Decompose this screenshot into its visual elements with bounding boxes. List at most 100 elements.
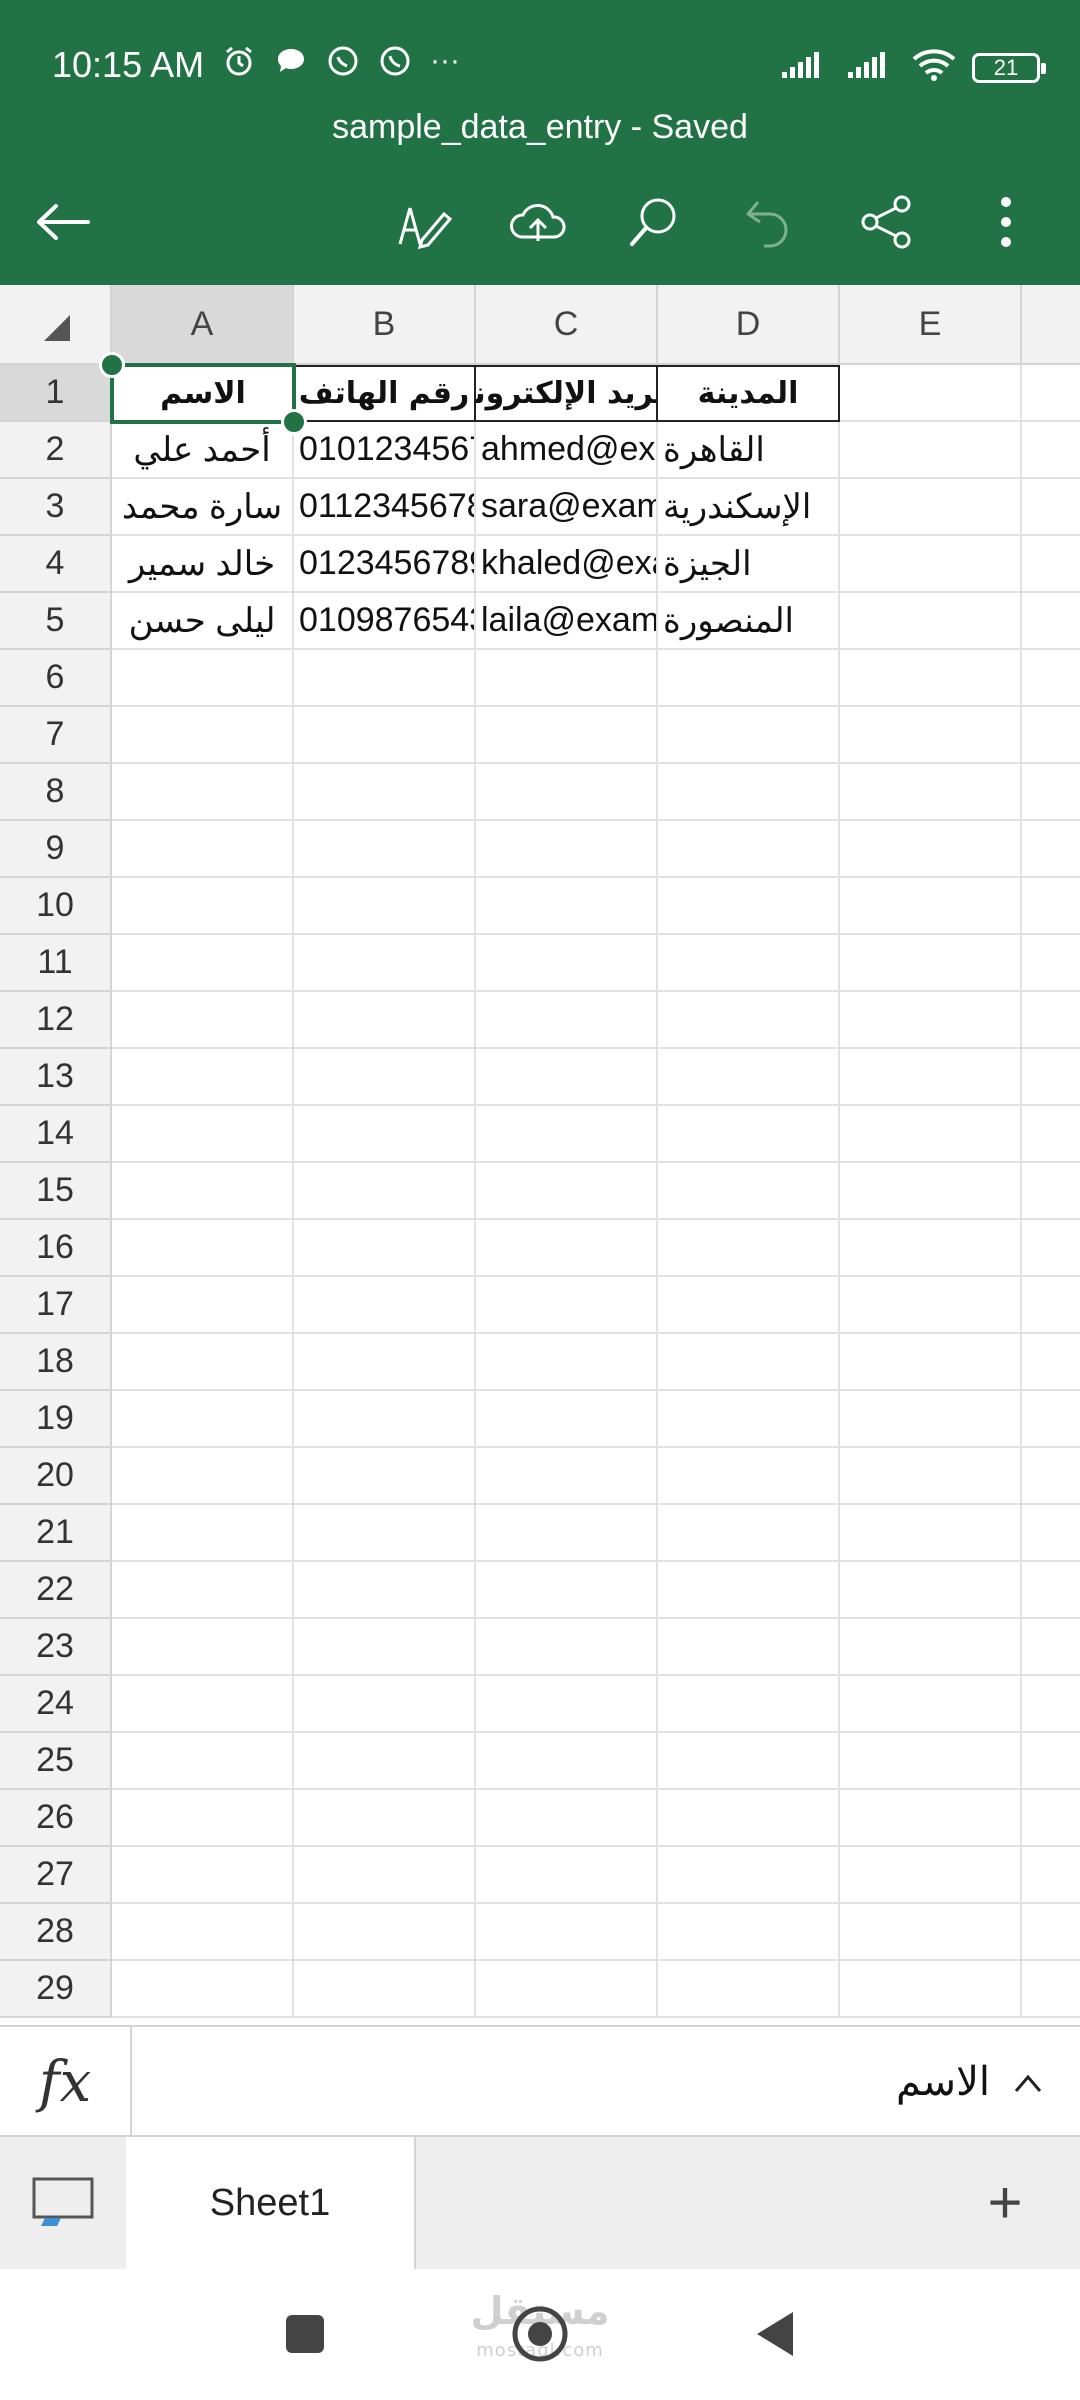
cell-c26[interactable] [476, 1790, 658, 1847]
selection-handle-end[interactable] [281, 409, 307, 435]
cell-d15[interactable] [658, 1163, 840, 1220]
cell-f8[interactable] [1022, 764, 1080, 821]
cell-c21[interactable] [476, 1505, 658, 1562]
row-header-14[interactable]: 14 [0, 1106, 112, 1163]
cell-d21[interactable] [658, 1505, 840, 1562]
cell-b18[interactable] [294, 1334, 476, 1391]
cell-f18[interactable] [1022, 1334, 1080, 1391]
row-header-1[interactable]: 1 [0, 365, 112, 422]
cell-a25[interactable] [112, 1733, 294, 1790]
cell-e4[interactable] [840, 536, 1022, 593]
cell-f7[interactable] [1022, 707, 1080, 764]
cell-c3[interactable]: sara@example.com [476, 479, 658, 536]
cell-e11[interactable] [840, 935, 1022, 992]
cell-f28[interactable] [1022, 1904, 1080, 1961]
cell-f24[interactable] [1022, 1676, 1080, 1733]
selection-handle-start[interactable] [99, 352, 125, 378]
cell-c8[interactable] [476, 764, 658, 821]
row-header-5[interactable]: 5 [0, 593, 112, 650]
cell-b8[interactable] [294, 764, 476, 821]
cell-d16[interactable] [658, 1220, 840, 1277]
cell-e29[interactable] [840, 1961, 1022, 2018]
cell-a26[interactable] [112, 1790, 294, 1847]
cell-e21[interactable] [840, 1505, 1022, 1562]
row-header-12[interactable]: 12 [0, 992, 112, 1049]
cell-b11[interactable] [294, 935, 476, 992]
row-header-26[interactable]: 26 [0, 1790, 112, 1847]
cell-a4[interactable]: خالد سمير [112, 536, 294, 593]
row-header-20[interactable]: 20 [0, 1448, 112, 1505]
cell-a7[interactable] [112, 707, 294, 764]
cell-d1[interactable]: المدينة [658, 365, 840, 422]
cell-f2[interactable] [1022, 422, 1080, 479]
cell-c14[interactable] [476, 1106, 658, 1163]
cell-f14[interactable] [1022, 1106, 1080, 1163]
cell-c1[interactable]: البريد الإلكتروني [476, 365, 658, 422]
row-header-6[interactable]: 6 [0, 650, 112, 707]
cell-d11[interactable] [658, 935, 840, 992]
cell-c4[interactable]: khaled@example.com [476, 536, 658, 593]
cell-e18[interactable] [840, 1334, 1022, 1391]
cell-c18[interactable] [476, 1334, 658, 1391]
cell-a21[interactable] [112, 1505, 294, 1562]
cell-d3[interactable]: الإسكندرية [658, 479, 840, 536]
share-button[interactable] [854, 190, 918, 254]
cell-e24[interactable] [840, 1676, 1022, 1733]
cell-a16[interactable] [112, 1220, 294, 1277]
cell-d4[interactable]: الجيزة [658, 536, 840, 593]
cell-c27[interactable] [476, 1847, 658, 1904]
add-sheet-button[interactable]: + [970, 2167, 1040, 2237]
edit-button[interactable] [392, 190, 456, 254]
cell-a29[interactable] [112, 1961, 294, 2018]
cell-c11[interactable] [476, 935, 658, 992]
cell-c5[interactable]: laila@example.com [476, 593, 658, 650]
cell-d14[interactable] [658, 1106, 840, 1163]
cell-c7[interactable] [476, 707, 658, 764]
cell-c23[interactable] [476, 1619, 658, 1676]
cell-e25[interactable] [840, 1733, 1022, 1790]
row-header-10[interactable]: 10 [0, 878, 112, 935]
search-button[interactable] [622, 190, 686, 254]
cell-b1[interactable]: رقم الهاتف [294, 365, 476, 422]
cell-d6[interactable] [658, 650, 840, 707]
cell-e27[interactable] [840, 1847, 1022, 1904]
cell-f25[interactable] [1022, 1733, 1080, 1790]
cell-e12[interactable] [840, 992, 1022, 1049]
cell-f19[interactable] [1022, 1391, 1080, 1448]
expand-formula-button[interactable] [1008, 2063, 1048, 2103]
cell-d26[interactable] [658, 1790, 840, 1847]
cell-f29[interactable] [1022, 1961, 1080, 2018]
cell-f6[interactable] [1022, 650, 1080, 707]
cell-a11[interactable] [112, 935, 294, 992]
cell-b4[interactable]: 01234567890 [294, 536, 476, 593]
cell-d12[interactable] [658, 992, 840, 1049]
cell-a10[interactable] [112, 878, 294, 935]
row-header-22[interactable]: 22 [0, 1562, 112, 1619]
cell-a13[interactable] [112, 1049, 294, 1106]
cell-b15[interactable] [294, 1163, 476, 1220]
cell-e9[interactable] [840, 821, 1022, 878]
cell-d2[interactable]: القاهرة [658, 422, 840, 479]
cell-e10[interactable] [840, 878, 1022, 935]
cell-d10[interactable] [658, 878, 840, 935]
cell-e17[interactable] [840, 1277, 1022, 1334]
row-header-25[interactable]: 25 [0, 1733, 112, 1790]
cell-b21[interactable] [294, 1505, 476, 1562]
spreadsheet-grid[interactable]: ABCDE1الاسمرقم الهاتفالبريد الإلكترونيال… [0, 285, 1080, 2025]
column-header-a[interactable]: A [112, 285, 294, 365]
cell-b17[interactable] [294, 1277, 476, 1334]
cell-e26[interactable] [840, 1790, 1022, 1847]
cell-f23[interactable] [1022, 1619, 1080, 1676]
column-header-c[interactable]: C [476, 285, 658, 365]
cell-a14[interactable] [112, 1106, 294, 1163]
cell-f17[interactable] [1022, 1277, 1080, 1334]
cell-b5[interactable]: 01098765432 [294, 593, 476, 650]
cell-d13[interactable] [658, 1049, 840, 1106]
column-header-e[interactable]: E [840, 285, 1022, 365]
back-button[interactable] [30, 190, 94, 254]
cell-a18[interactable] [112, 1334, 294, 1391]
row-header-18[interactable]: 18 [0, 1334, 112, 1391]
cell-c28[interactable] [476, 1904, 658, 1961]
cell-a19[interactable] [112, 1391, 294, 1448]
row-header-9[interactable]: 9 [0, 821, 112, 878]
